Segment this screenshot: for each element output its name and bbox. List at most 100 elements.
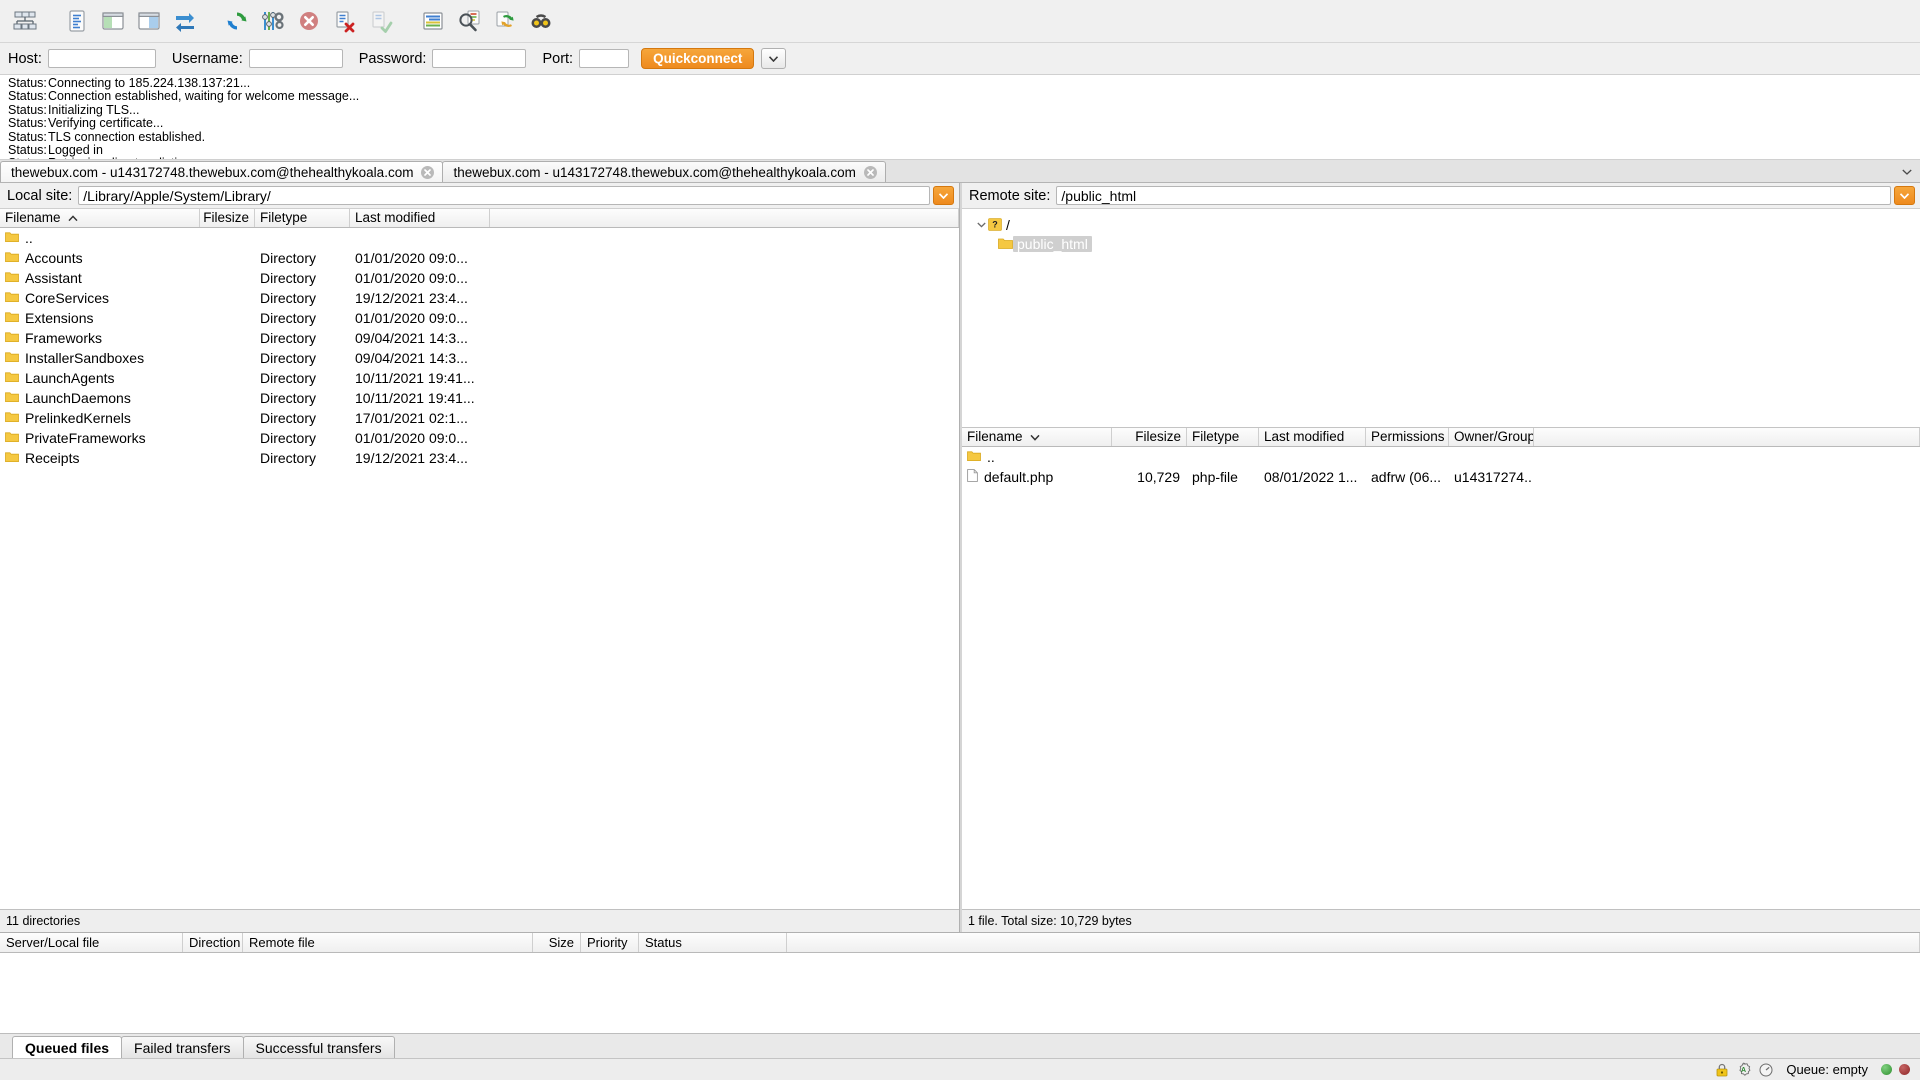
find-files-icon[interactable] <box>524 4 558 38</box>
toolbar-separator <box>204 4 220 38</box>
quickconnect-bar: Host: Username: Password: Port: Quickcon… <box>0 43 1920 75</box>
column-header-server-local-file[interactable]: Server/Local file <box>0 933 183 952</box>
table-row[interactable]: LaunchAgents Directory 10/11/2021 19:41.… <box>0 368 959 388</box>
toggle-transfer-queue-icon[interactable] <box>168 4 202 38</box>
log-entry: Status: Verifying certificate... <box>0 116 1920 130</box>
tab-successful-transfers[interactable]: Successful transfers <box>242 1036 395 1058</box>
site-tab-0[interactable]: thewebux.com - u143172748.thewebux.com@t… <box>0 161 444 182</box>
table-row[interactable]: default.php 10,729 php-file 08/01/2022 1… <box>962 467 1920 487</box>
cancel-operation-icon[interactable] <box>292 4 326 38</box>
column-header-filename[interactable]: Filename <box>962 428 1112 446</box>
column-header-owner-group[interactable]: Owner/Group <box>1449 428 1534 446</box>
folder-icon <box>5 248 19 268</box>
toggle-message-log-icon[interactable] <box>60 4 94 38</box>
cell-filetype: Directory <box>260 370 317 386</box>
cell-filesize <box>200 328 255 348</box>
column-header-filetype[interactable]: Filetype <box>1187 428 1259 446</box>
local-file-list[interactable]: Filename Filesize Filetype Last modified <box>0 209 959 932</box>
port-input[interactable] <box>579 49 630 68</box>
table-row[interactable]: LaunchDaemons Directory 10/11/2021 19:41… <box>0 388 959 408</box>
table-row[interactable]: PrivateFrameworks Directory 01/01/2020 0… <box>0 428 959 448</box>
column-header-last-modified[interactable]: Last modified <box>1259 428 1366 446</box>
remote-site-label: Remote site: <box>969 187 1051 204</box>
tab-overflow-chevron-down-icon[interactable] <box>1900 165 1914 179</box>
synchronized-browsing-icon[interactable] <box>488 4 522 38</box>
folder-icon <box>5 428 19 448</box>
column-header-filesize[interactable]: Filesize <box>1112 428 1187 446</box>
tab-failed-transfers[interactable]: Failed transfers <box>121 1036 244 1058</box>
column-header-size[interactable]: Size <box>533 933 581 952</box>
cell-filesize <box>200 288 255 308</box>
column-header-priority[interactable]: Priority <box>581 933 639 952</box>
chevron-down-icon[interactable] <box>974 218 988 232</box>
filename-text: Frameworks <box>25 330 103 346</box>
cell-filetype <box>1187 447 1259 467</box>
local-site-bar: Local site: /Library/Apple/System/Librar… <box>0 183 959 209</box>
transfer-queue-header: Server/Local file Direction Remote file … <box>0 933 1920 953</box>
cell-filename: Accounts <box>0 248 200 268</box>
lock-icon[interactable] <box>1714 1062 1729 1077</box>
column-header-last-modified[interactable]: Last modified <box>350 209 490 227</box>
column-header-permissions[interactable]: Permissions <box>1366 428 1449 446</box>
remote-site-path-input[interactable]: /public_html <box>1056 186 1891 205</box>
remote-directory-tree[interactable]: ? / public_html <box>962 209 1920 428</box>
remote-file-list[interactable]: Filename Filesize Filetype Last modified… <box>962 428 1920 932</box>
table-row[interactable]: Assistant Directory 01/01/2020 09:0... <box>0 268 959 288</box>
compare-directories-icon[interactable] <box>452 4 486 38</box>
filename-text: LaunchDaemons <box>25 390 131 406</box>
column-label: Last modified <box>1264 429 1345 444</box>
quickconnect-history-dropdown[interactable] <box>761 48 787 69</box>
site-tab-1[interactable]: thewebux.com - u143172748.thewebux.com@t… <box>442 161 886 182</box>
quickconnect-button[interactable]: Quickconnect <box>641 48 755 69</box>
cell-filename: Frameworks <box>0 328 200 348</box>
svg-text:?: ? <box>992 220 998 230</box>
toggle-local-tree-icon[interactable] <box>96 4 130 38</box>
transfer-queue-body[interactable] <box>0 953 1920 1033</box>
tree-node-public-html[interactable]: public_html <box>962 234 1920 253</box>
cell-filename: InstallerSandboxes <box>0 348 200 368</box>
cell-last-modified <box>350 228 490 248</box>
message-log[interactable]: Status: Connecting to 185.224.138.137:21… <box>0 75 1920 160</box>
process-queue-icon[interactable] <box>256 4 290 38</box>
table-row[interactable]: .. <box>0 228 959 248</box>
log-entry: Status: Connecting to 185.224.138.137:21… <box>0 76 1920 90</box>
filter-icon[interactable] <box>416 4 450 38</box>
column-header-filesize[interactable]: Filesize <box>200 209 255 227</box>
username-input[interactable] <box>248 49 343 68</box>
column-header-filetype[interactable]: Filetype <box>255 209 350 227</box>
table-row[interactable]: CoreServices Directory 19/12/2021 23:4..… <box>0 288 959 308</box>
table-row[interactable]: PrelinkedKernels Directory 17/01/2021 02… <box>0 408 959 428</box>
disconnect-icon[interactable] <box>328 4 362 38</box>
log-key: Status: <box>8 129 47 144</box>
reconnect-icon[interactable] <box>364 4 398 38</box>
folder-icon <box>5 328 19 348</box>
password-input[interactable] <box>432 49 527 68</box>
certificate-icon[interactable]: A <box>1736 1062 1751 1077</box>
table-row[interactable]: Receipts Directory 19/12/2021 23:4... <box>0 448 959 468</box>
toggle-remote-tree-icon[interactable] <box>132 4 166 38</box>
table-row[interactable]: InstallerSandboxes Directory 09/04/2021 … <box>0 348 959 368</box>
column-header-direction[interactable]: Direction <box>183 933 243 952</box>
cell-filetype: Directory <box>260 290 317 306</box>
speed-limit-icon[interactable] <box>1758 1062 1773 1077</box>
table-row[interactable]: .. <box>962 447 1920 467</box>
cell-last-modified: 10/11/2021 19:41... <box>355 390 475 406</box>
site-manager-icon[interactable] <box>8 4 42 38</box>
close-icon[interactable] <box>421 165 435 179</box>
table-row[interactable]: Frameworks Directory 09/04/2021 14:3... <box>0 328 959 348</box>
table-row[interactable]: Accounts Directory 01/01/2020 09:0... <box>0 248 959 268</box>
column-header-remote-file[interactable]: Remote file <box>243 933 533 952</box>
column-header-status[interactable]: Status <box>639 933 787 952</box>
host-input[interactable] <box>47 49 156 68</box>
tree-node-root[interactable]: ? / <box>962 215 1920 234</box>
local-site-path-input[interactable]: /Library/Apple/System/Library/ <box>78 186 930 205</box>
tab-queued-files[interactable]: Queued files <box>12 1036 123 1058</box>
column-header-filename[interactable]: Filename <box>0 209 200 227</box>
table-row[interactable]: Extensions Directory 01/01/2020 09:0... <box>0 308 959 328</box>
close-icon[interactable] <box>863 165 877 179</box>
cell-filename: .. <box>0 228 200 248</box>
refresh-icon[interactable] <box>220 4 254 38</box>
cell-filesize <box>200 268 255 288</box>
remote-site-dropdown[interactable] <box>1894 186 1915 205</box>
local-site-dropdown[interactable] <box>933 186 954 205</box>
